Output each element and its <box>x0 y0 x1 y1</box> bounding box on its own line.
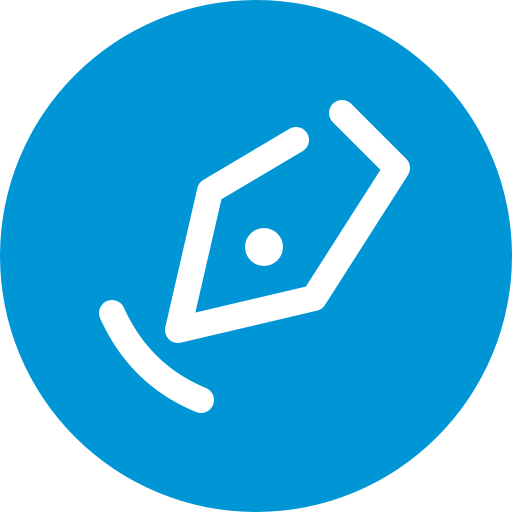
pen-tool-icon <box>0 0 512 512</box>
pen-nib-dot <box>245 228 283 266</box>
pen-tool-app-icon <box>0 0 512 512</box>
